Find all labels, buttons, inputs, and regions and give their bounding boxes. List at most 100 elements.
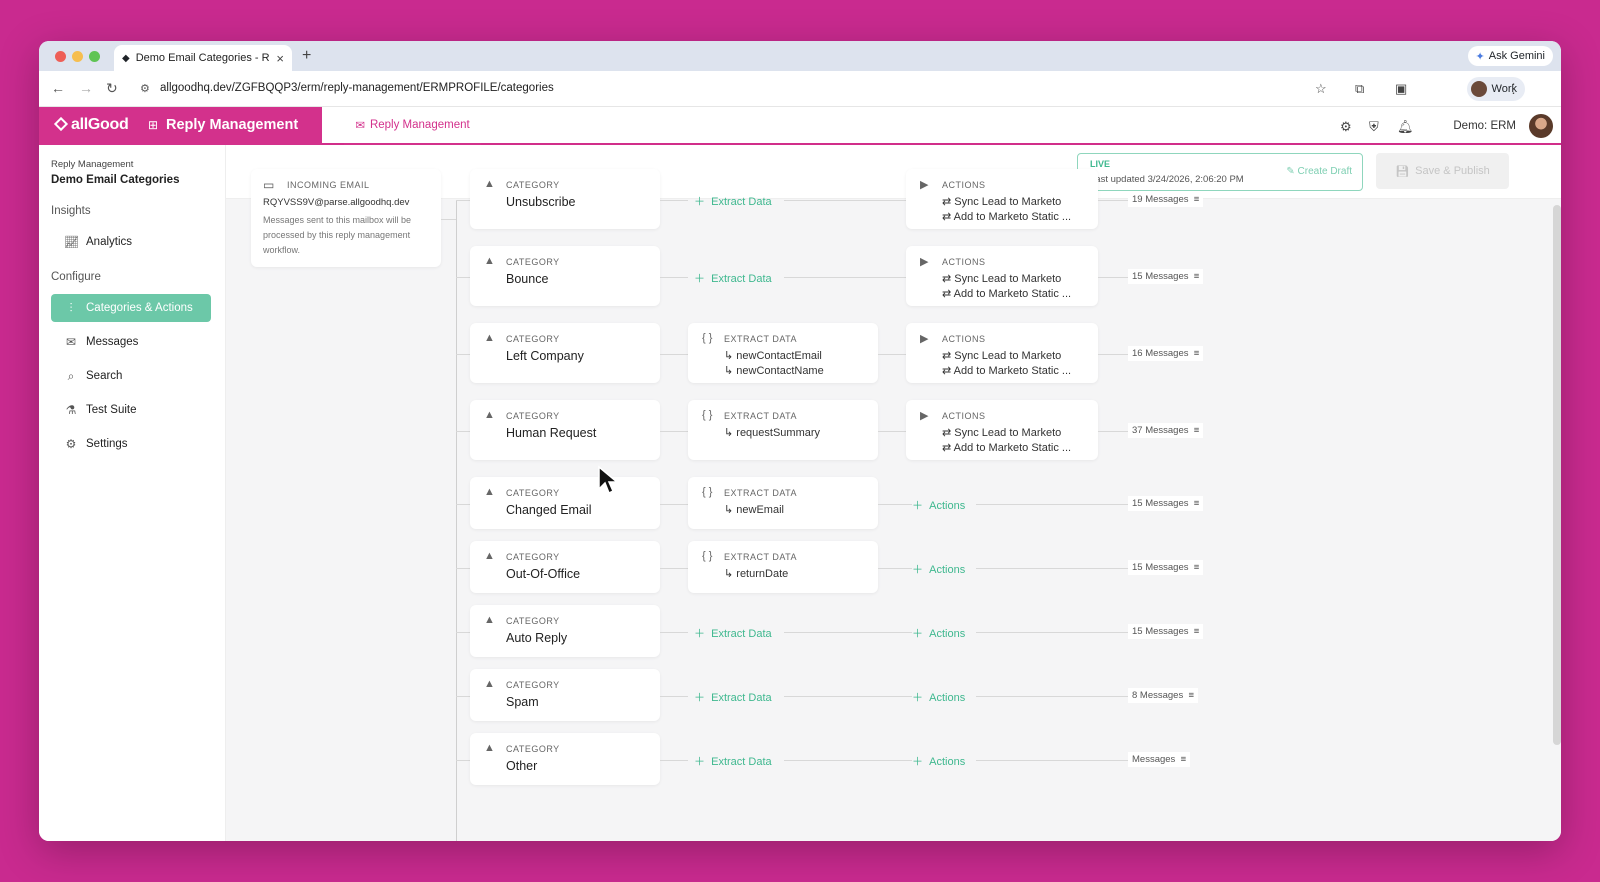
settings-gear-icon[interactable]: ⚙	[1340, 119, 1352, 135]
close-window-button[interactable]	[55, 51, 66, 62]
create-draft-button[interactable]: ✎ Create Draft	[1286, 166, 1352, 177]
braces-icon: { }	[702, 550, 713, 562]
chart-icon: 📈︎	[64, 235, 80, 249]
messages-count-button[interactable]: 19 Messages ≡	[1128, 192, 1204, 207]
tab-reply-management[interactable]: ✉ Reply Management	[344, 107, 481, 145]
extract-data-card[interactable]: { } EXTRACT DATA ↳ returnDate	[688, 541, 878, 593]
add-actions-button[interactable]: ＋ Actions	[912, 753, 965, 769]
close-tab-icon[interactable]: ×	[276, 51, 284, 66]
category-name: Unsubscribe	[506, 195, 576, 209]
address-bar: ← → ↻ ⚙ allgoodhq.dev/ZGFBQQP3/erm/reply…	[39, 71, 1561, 107]
actions-card[interactable]: ▶ ACTIONS ⇄ Sync Lead to Marketo ⇄ Add to …	[906, 246, 1098, 306]
sidebar-item-categories-actions[interactable]: ⫶ Categories & Actions	[51, 294, 211, 322]
add-extract-data-button[interactable]: ＋ Extract Data	[694, 270, 772, 286]
side-panel-icon[interactable]: ▣	[1395, 81, 1407, 97]
actions-label: ACTIONS	[942, 411, 986, 421]
inbox-icon: ▭	[263, 178, 275, 192]
bookmark-star-icon[interactable]: ☆	[1315, 81, 1327, 97]
category-name: Bounce	[506, 272, 549, 286]
category-card[interactable]: ▲ CATEGORY Bounce	[470, 246, 660, 306]
messages-count-button[interactable]: 16 Messages ≡	[1128, 346, 1204, 361]
messages-count-button[interactable]: 15 Messages ≡	[1128, 560, 1204, 575]
tab-label: Reply Management	[369, 119, 470, 131]
new-tab-icon[interactable]: +	[302, 47, 311, 65]
category-card[interactable]: ▲ CATEGORY Out-Of-Office	[470, 541, 660, 593]
category-card[interactable]: ▲ CATEGORY Changed Email	[470, 477, 660, 529]
messages-count-button[interactable]: Messages ≡	[1128, 752, 1191, 767]
messages-count-button[interactable]: 15 Messages ≡	[1128, 496, 1204, 511]
extract-label: EXTRACT DATA	[724, 411, 798, 421]
braces-icon: { }	[702, 486, 713, 498]
add-actions-button[interactable]: ＋ Actions	[912, 689, 965, 705]
category-card[interactable]: ▲ CATEGORY Unsubscribe	[470, 169, 660, 229]
forward-icon[interactable]: →	[79, 80, 93, 96]
action-item: ⇄ Add to Marketo Static ...	[942, 288, 1072, 300]
maximize-window-button[interactable]	[89, 51, 100, 62]
bell-icon[interactable]: 🔔︎	[1397, 119, 1414, 135]
actions-card[interactable]: ▶ ACTIONS ⇄ Sync Lead to Marketo ⇄ Add to …	[906, 323, 1098, 383]
section-insights: Insights	[51, 205, 91, 217]
ask-gemini-button[interactable]: ✦ Ask Gemini	[1467, 46, 1553, 66]
scrollbar[interactable]	[1553, 205, 1561, 745]
play-icon: ▶	[920, 179, 929, 191]
apps-grid-icon[interactable]: ⊞	[148, 118, 158, 132]
site-info-icon[interactable]: ⚙	[140, 82, 150, 95]
extract-data-card[interactable]: { } EXTRACT DATA ↳ newContactEmail ↳ newCo…	[688, 323, 878, 383]
sidebar-item-test-suite[interactable]: ⚗ Test Suite	[51, 396, 211, 424]
add-actions-button[interactable]: ＋ Actions	[912, 625, 965, 641]
flow-connector	[976, 696, 1128, 697]
actions-card[interactable]: ▶ ACTIONS ⇄ Sync Lead to Marketo ⇄ Add to …	[906, 400, 1098, 460]
extensions-icon[interactable]: ⧉	[1355, 81, 1364, 97]
save-publish-label: Save & Publish	[1415, 165, 1490, 177]
add-actions-button[interactable]: ＋ Actions	[912, 497, 965, 513]
messages-count-button[interactable]: 8 Messages ≡	[1128, 688, 1199, 703]
sidebar-item-messages[interactable]: ✉ Messages	[51, 328, 211, 356]
user-name[interactable]: Demo: ERM	[1453, 120, 1516, 132]
save-publish-button[interactable]: 💾︎ Save & Publish	[1376, 153, 1509, 189]
messages-count-button[interactable]: 37 Messages ≡	[1128, 423, 1204, 438]
tab-title: Demo Email Categories - Re	[135, 52, 271, 64]
breadcrumb[interactable]: Reply Management	[51, 159, 133, 170]
minimize-window-button[interactable]	[72, 51, 83, 62]
category-label: CATEGORY	[506, 411, 560, 421]
user-avatar[interactable]	[1529, 114, 1553, 138]
extract-data-card[interactable]: { } EXTRACT DATA ↳ newEmail	[688, 477, 878, 529]
add-extract-data-button[interactable]: ＋ Extract Data	[694, 689, 772, 705]
category-card[interactable]: ▲ CATEGORY Spam	[470, 669, 660, 721]
browser-tab[interactable]: ◆ Demo Email Categories - Re ×	[114, 45, 292, 71]
add-extract-data-button[interactable]: ＋ Extract Data	[694, 625, 772, 641]
flow-connector	[784, 200, 906, 201]
add-actions-button[interactable]: ＋ Actions	[912, 561, 965, 577]
extract-data-card[interactable]: { } EXTRACT DATA ↳ requestSummary	[688, 400, 878, 460]
messages-count-button[interactable]: 15 Messages ≡	[1128, 269, 1204, 284]
sidebar-item-search[interactable]: ⌕ Search	[51, 362, 211, 390]
category-card[interactable]: ▲ CATEGORY Auto Reply	[470, 605, 660, 657]
flow-connector	[784, 277, 906, 278]
incoming-email-card[interactable]: ▭ INCOMING EMAIL RQYVSS9V@parse.allgoodh…	[251, 169, 441, 267]
flow-connector	[660, 632, 688, 633]
add-extract-data-button[interactable]: ＋ Extract Data	[694, 193, 772, 209]
extract-label: EXTRACT DATA	[724, 488, 798, 498]
sidebar-item-settings[interactable]: ⚙ Settings	[51, 430, 211, 458]
flask-icon: ⚗	[65, 403, 77, 417]
category-card[interactable]: ▲ CATEGORY Other	[470, 733, 660, 785]
sidebar-item-label: Settings	[86, 438, 128, 450]
category-card[interactable]: ▲ CATEGORY Human Request	[470, 400, 660, 460]
reload-icon[interactable]: ↻	[106, 80, 118, 97]
category-icon: ▲	[484, 178, 495, 190]
flow-connector	[660, 504, 688, 505]
add-extract-data-button[interactable]: ＋ Extract Data	[694, 753, 772, 769]
shield-icon[interactable]: ⛨	[1369, 119, 1379, 135]
menu-icon[interactable]: ⋮	[1507, 81, 1520, 97]
sidebar-item-analytics[interactable]: 📈︎ Analytics	[51, 228, 211, 256]
actions-card[interactable]: ▶ ACTIONS ⇄ Sync Lead to Marketo ⇄ Add to …	[906, 169, 1098, 229]
category-label: CATEGORY	[506, 616, 560, 626]
back-icon[interactable]: ←	[51, 80, 65, 96]
category-icon: ▲	[484, 332, 495, 344]
action-item: ⇄ Sync Lead to Marketo	[942, 196, 1062, 208]
allgood-logo[interactable]: allGood	[53, 116, 129, 134]
category-name: Out-Of-Office	[506, 567, 581, 581]
messages-count-button[interactable]: 15 Messages ≡	[1128, 624, 1204, 639]
url-input[interactable]: allgoodhq.dev/ZGFBQQP3/erm/reply-managem…	[160, 82, 554, 94]
category-card[interactable]: ▲ CATEGORY Left Company	[470, 323, 660, 383]
